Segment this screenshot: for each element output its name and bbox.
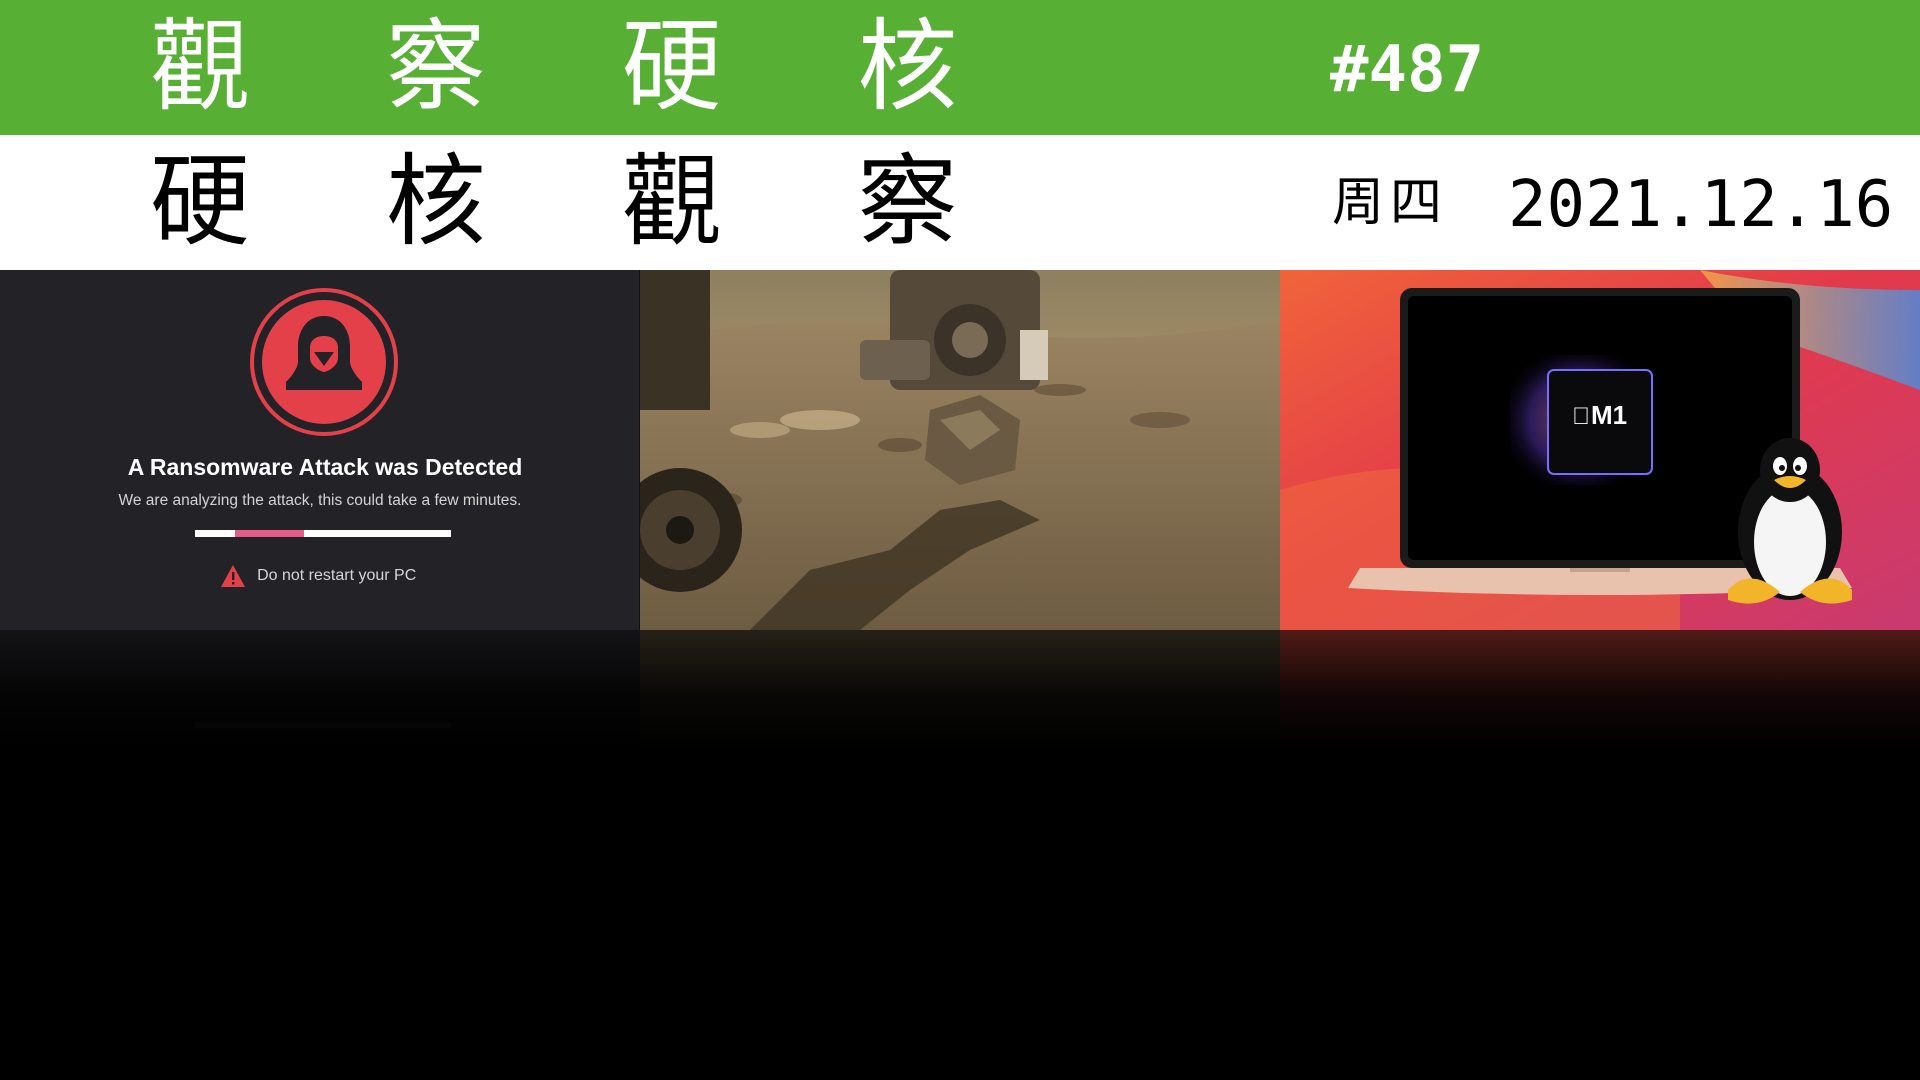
mars-rover-panel bbox=[640, 270, 1280, 630]
ransomware-title: A Ransomware Attack was Detected bbox=[127, 454, 523, 480]
subheader-bar: 硬 核 觀 察 周四 2021.12.16 bbox=[0, 135, 1920, 270]
header-bar: 觀 察 硬 核 #487 bbox=[0, 0, 1920, 135]
hooded-hacker-icon bbox=[250, 288, 398, 436]
macbook-m1-panel: M1 bbox=[1280, 270, 1920, 630]
weekday-label: 周四 bbox=[1332, 173, 1449, 233]
ransomware-subtitle: We are analyzing the attack, this could … bbox=[118, 492, 522, 509]
mars-rover-photo bbox=[640, 270, 1280, 630]
macbook-linux-image bbox=[1280, 270, 1920, 630]
warning-row: Do not restart your PC bbox=[220, 564, 416, 588]
panels-reflection bbox=[0, 630, 1920, 750]
apple-logo-icon:  bbox=[1572, 403, 1590, 430]
warning-triangle-icon bbox=[221, 565, 245, 587]
m1-chip-label: M1 bbox=[1572, 400, 1627, 430]
subheader-title: 硬 核 觀 察 bbox=[150, 143, 1010, 260]
ransomware-panel: A Ransomware Attack was Detected We are … bbox=[0, 270, 640, 630]
slide: 觀 察 硬 核 #487 硬 核 觀 察 周四 2021.12.16 A Ran… bbox=[0, 0, 1920, 1080]
warning-text: Do not restart your PC bbox=[257, 567, 417, 584]
progress-bar-fill bbox=[235, 530, 304, 537]
progress-bar bbox=[195, 530, 451, 537]
header-title: 觀 察 硬 核 bbox=[150, 8, 1010, 125]
date-label: 2021.12.16 bbox=[1508, 168, 1894, 242]
issue-number: #487 bbox=[1330, 33, 1485, 107]
image-panels: A Ransomware Attack was Detected We are … bbox=[0, 270, 1920, 630]
